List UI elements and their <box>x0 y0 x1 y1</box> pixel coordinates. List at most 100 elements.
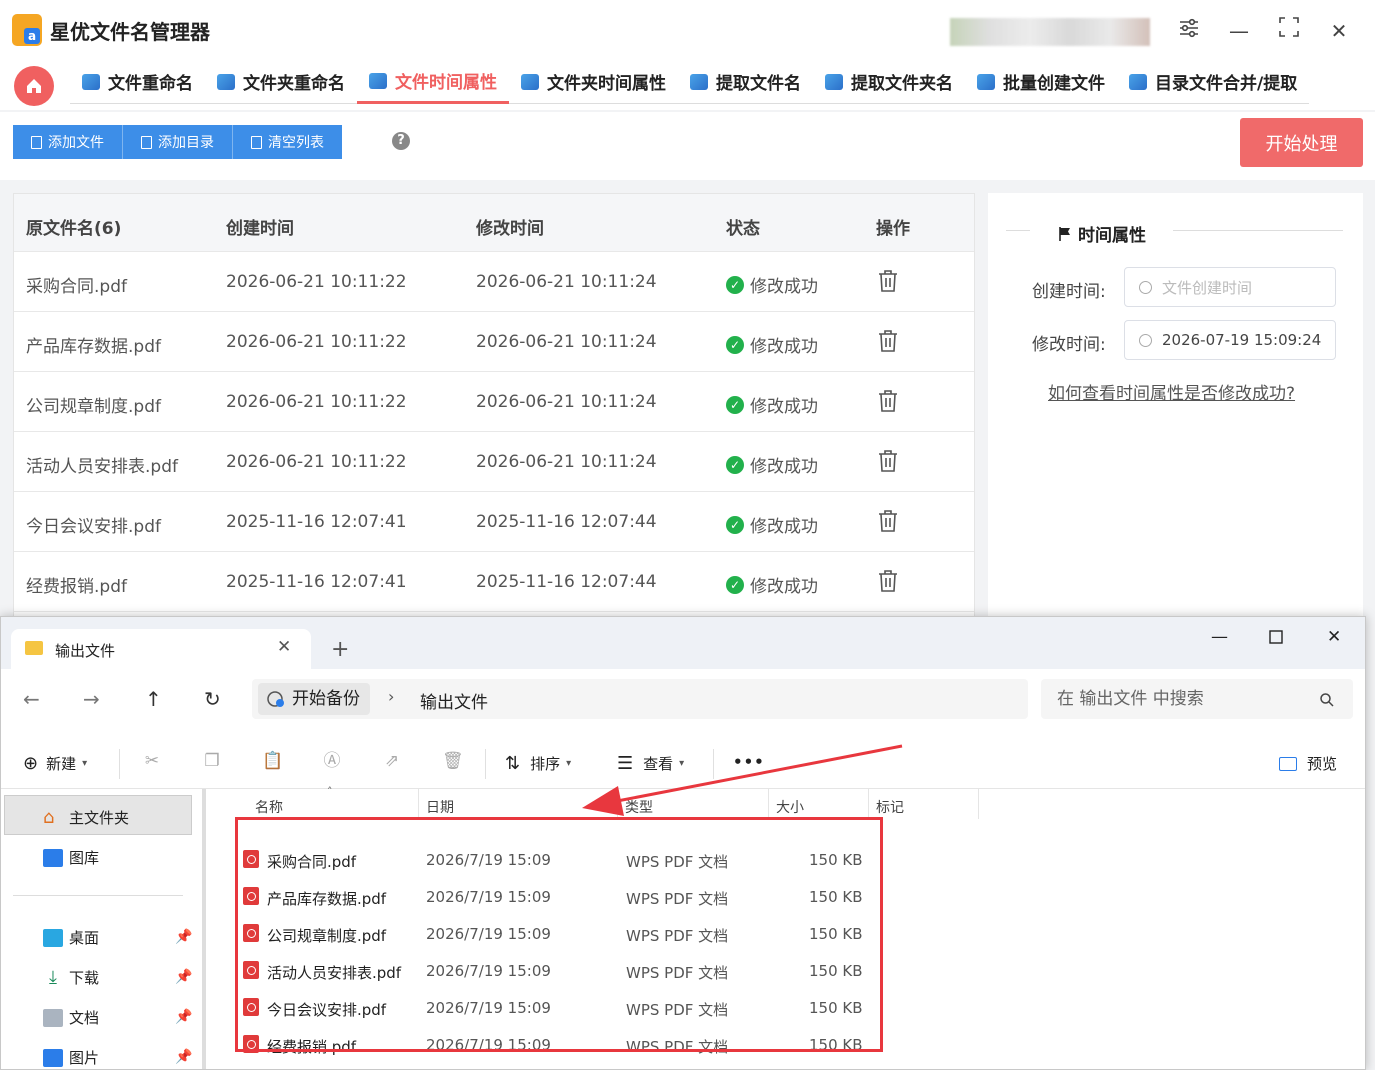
modified-time-input[interactable]: 2026-07-19 15:09:24 <box>1124 320 1336 360</box>
breadcrumb-root[interactable]: 开始备份 <box>258 683 370 715</box>
nav-desktop[interactable]: 桌面 <box>43 927 99 948</box>
maximize-icon[interactable] <box>1269 629 1283 649</box>
tab-extract-foldername[interactable]: 提取文件夹名 <box>813 60 965 104</box>
minimize-icon[interactable]: — <box>1211 627 1228 647</box>
divider <box>1006 230 1030 231</box>
search-input[interactable]: 在 输出文件 中搜索 <box>1041 679 1353 719</box>
preview-button[interactable]: 预览 <box>1279 753 1337 774</box>
cut-icon[interactable]: ✂ <box>142 751 162 771</box>
tab-merge-extract[interactable]: 目录文件合并/提取 <box>1117 60 1310 104</box>
delete-icon[interactable] <box>878 270 898 296</box>
batch-create-icon <box>977 73 995 90</box>
delete-icon[interactable] <box>878 450 898 476</box>
table-row[interactable]: 采购合同.pdf 2026-06-21 10:11:22 2026-06-21 … <box>14 252 974 312</box>
backup-icon <box>267 691 284 707</box>
app-title: 星优文件名管理器 <box>50 20 210 44</box>
up-icon[interactable]: ↑ <box>145 687 162 711</box>
merge-extract-icon <box>1129 73 1147 90</box>
close-icon[interactable]: ✕ <box>1327 627 1341 647</box>
column-divider[interactable] <box>978 789 979 819</box>
add-file-button[interactable]: 添加文件 <box>13 125 123 159</box>
created-time-label: 创建时间: <box>1032 282 1106 302</box>
maximize-icon[interactable] <box>1272 14 1306 48</box>
tab-folder-rename[interactable]: 文件夹重命名 <box>205 60 357 104</box>
tab-extract-filename[interactable]: 提取文件名 <box>678 60 813 104</box>
new-tab-icon[interactable]: + <box>331 637 349 662</box>
table-row[interactable]: 今日会议安排.pdf 2025-11-16 12:07:41 2025-11-1… <box>14 492 974 552</box>
extract-foldername-icon <box>825 73 843 90</box>
nav-home[interactable]: ⌂ 主文件夹 <box>43 807 129 828</box>
preview-pane-icon <box>1279 756 1297 771</box>
tab-file-time[interactable]: 文件时间属性 <box>357 60 509 104</box>
tab-batch-create[interactable]: 批量创建文件 <box>965 60 1117 104</box>
check-icon: ✓ <box>726 335 744 354</box>
plus-circle-icon: ⊕ <box>23 753 39 774</box>
refresh-icon[interactable]: ↻ <box>204 687 221 711</box>
chevron-down-icon: ▾ <box>82 758 88 769</box>
table-header: 原文件名(6) 创建时间 修改时间 状态 操作 <box>14 194 974 252</box>
divider <box>119 749 120 779</box>
check-icon: ✓ <box>726 455 744 474</box>
table-row[interactable]: 活动人员安排表.pdf 2026-06-21 10:11:22 2026-06-… <box>14 432 974 492</box>
column-divider[interactable] <box>418 789 419 819</box>
settings-sliders-icon[interactable] <box>1172 14 1206 48</box>
breadcrumb-current[interactable]: 输出文件 <box>420 688 488 713</box>
column-date[interactable]: 日期 <box>426 797 454 817</box>
folder-time-icon <box>521 73 539 90</box>
divider <box>13 895 183 896</box>
delete-icon[interactable] <box>878 330 898 356</box>
delete-icon[interactable] <box>878 510 898 536</box>
extract-filename-icon <box>690 73 708 90</box>
document-icon <box>43 1008 63 1027</box>
add-directory-button[interactable]: 添加目录 <box>123 125 233 159</box>
header-filename: 原文件名(6) <box>26 219 122 239</box>
status-badge: ✓ 修改成功 <box>726 272 818 297</box>
delete-icon[interactable] <box>878 570 898 596</box>
start-processing-button[interactable]: 开始处理 <box>1240 118 1363 167</box>
close-icon[interactable]: ✕ <box>1322 14 1356 48</box>
forward-icon[interactable]: → <box>83 687 100 711</box>
created-time-input[interactable]: 文件创建时间 <box>1124 267 1336 307</box>
nav-tabs: 文件重命名 文件夹重命名 文件时间属性 文件夹时间属性 提取文件名 提取文件夹名… <box>70 60 1310 106</box>
pin-icon[interactable]: 📌 <box>175 969 192 985</box>
annotation-arrow <box>582 744 903 816</box>
minimize-icon[interactable]: — <box>1222 14 1256 48</box>
nav-scrollbar[interactable] <box>202 789 206 1069</box>
help-link[interactable]: 如何查看时间属性是否修改成功? <box>1048 379 1295 404</box>
pin-icon[interactable]: 📌 <box>175 1049 192 1065</box>
nav-downloads[interactable]: ⤓ 下载 <box>43 967 99 988</box>
nav-documents[interactable]: 文档 <box>43 1007 99 1028</box>
share-icon[interactable]: ⇗ <box>382 751 402 771</box>
delete-icon[interactable] <box>878 390 898 416</box>
explorer-tab[interactable]: 输出文件 ✕ <box>11 629 311 669</box>
breadcrumb[interactable]: 开始备份 › 输出文件 <box>252 679 1028 719</box>
tab-folder-time[interactable]: 文件夹时间属性 <box>509 60 678 104</box>
close-tab-icon[interactable]: ✕ <box>277 637 291 657</box>
status-badge: ✓ 修改成功 <box>726 572 818 597</box>
clear-list-button[interactable]: 清空列表 <box>233 125 342 159</box>
check-icon: ✓ <box>726 515 744 534</box>
paste-icon[interactable]: 📋 <box>262 751 283 771</box>
nav-pictures[interactable]: 图片 <box>43 1047 99 1068</box>
pin-icon[interactable]: 📌 <box>175 1009 192 1025</box>
back-icon[interactable]: ← <box>23 687 40 711</box>
help-icon[interactable]: ? <box>392 132 410 150</box>
copy-icon[interactable]: ❐ <box>202 751 222 771</box>
table-row[interactable]: 产品库存数据.pdf 2026-06-21 10:11:22 2026-06-2… <box>14 312 974 372</box>
flag-icon <box>1059 226 1070 241</box>
table-row[interactable]: 经费报销.pdf 2025-11-16 12:07:41 2025-11-16 … <box>14 552 974 612</box>
new-button[interactable]: ⊕ 新建 ▾ <box>23 753 87 774</box>
delete-icon[interactable]: 🗑 <box>442 751 464 771</box>
home-button[interactable] <box>14 66 54 106</box>
rename-icon[interactable]: Ⓐ <box>322 751 342 771</box>
folder-icon <box>25 641 43 655</box>
check-icon: ✓ <box>726 275 744 294</box>
user-avatar-blurred[interactable] <box>950 18 1150 46</box>
chevron-right-icon: › <box>388 687 395 706</box>
pin-icon[interactable]: 📌 <box>175 929 192 945</box>
table-row[interactable]: 公司规章制度.pdf 2026-06-21 10:11:22 2026-06-2… <box>14 372 974 432</box>
nav-gallery[interactable]: 图库 <box>43 847 99 868</box>
column-name[interactable]: 名称 <box>255 797 283 817</box>
tab-file-rename[interactable]: 文件重命名 <box>70 60 205 104</box>
desktop-icon <box>43 928 63 947</box>
